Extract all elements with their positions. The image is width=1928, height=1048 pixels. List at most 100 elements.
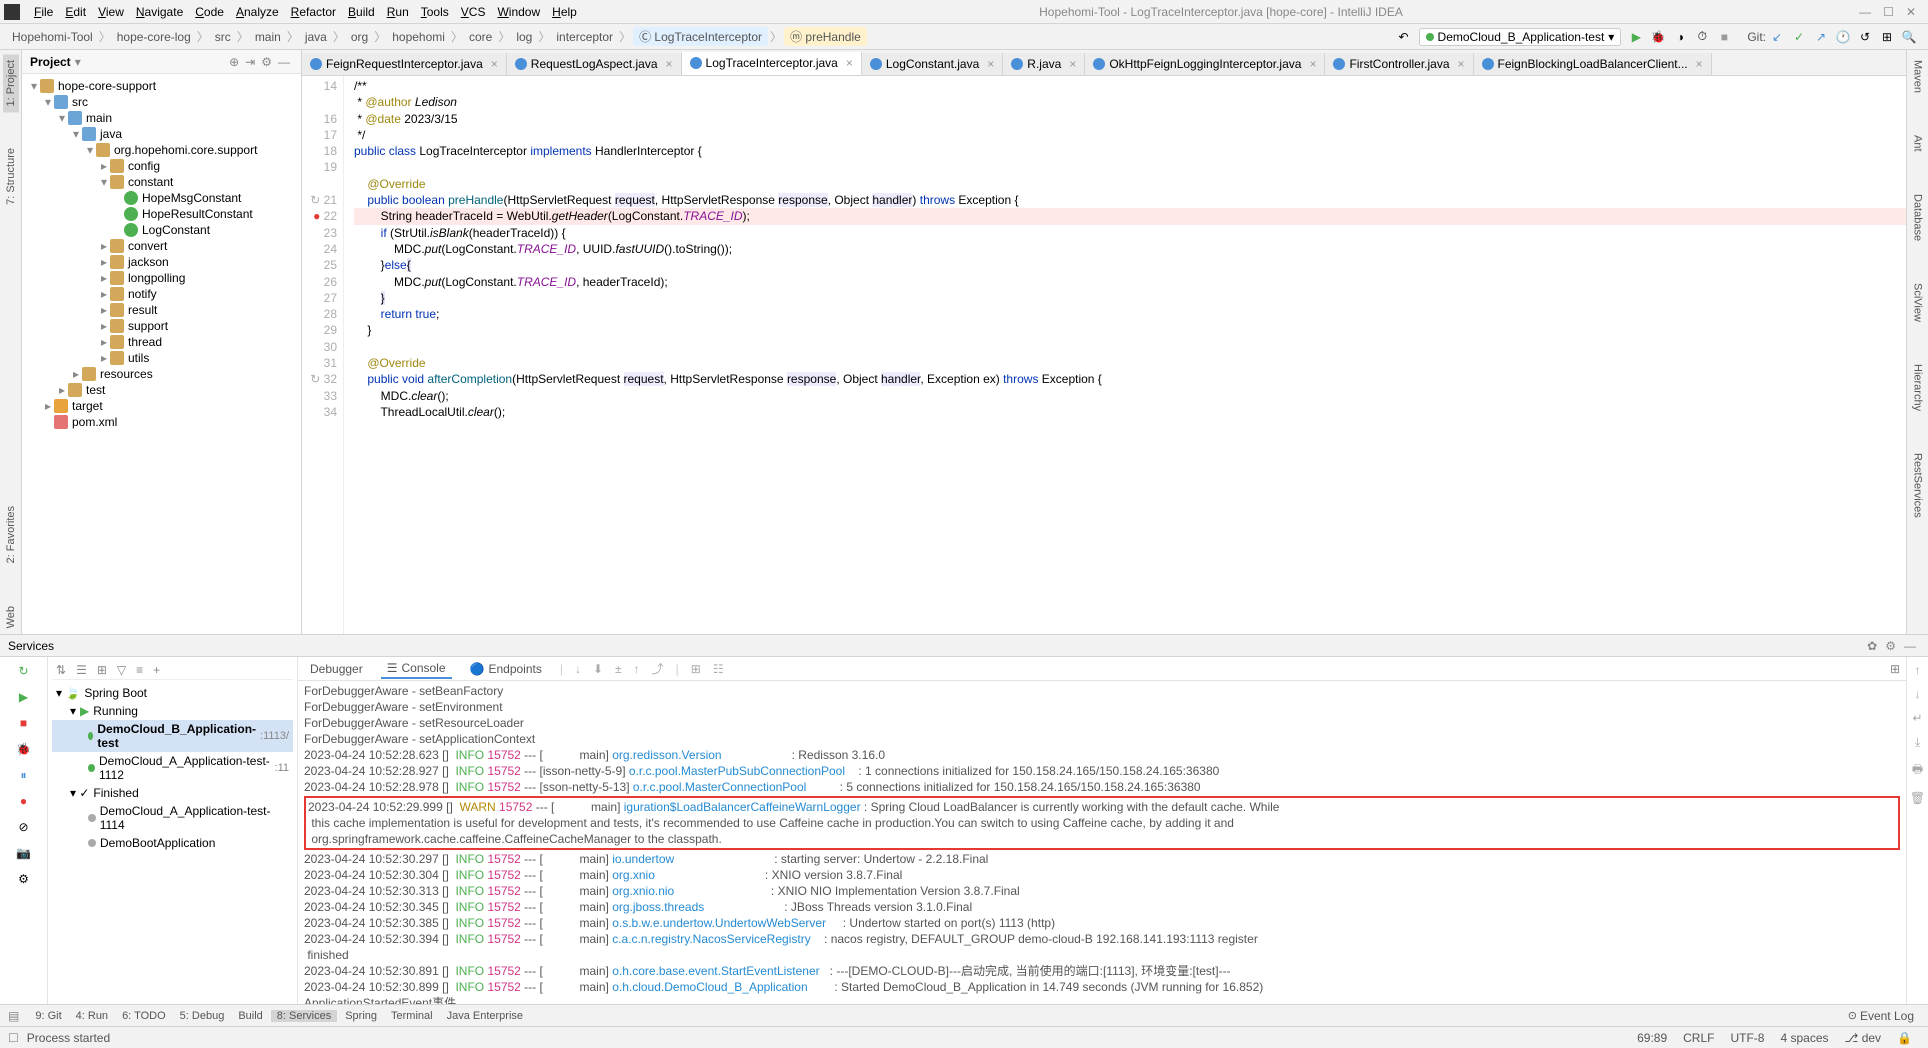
run-button[interactable]: ▶ [1627,28,1645,46]
stop-icon[interactable]: ■ [16,715,32,731]
bottom-tab[interactable]: 5: Debug [174,1010,231,1022]
tree-item[interactable]: ▾main [22,110,301,126]
tree-item[interactable]: ▸config [22,158,301,174]
menu-window[interactable]: Window [491,5,546,19]
endpoints-tab[interactable]: 🔵 Endpoints [464,660,548,678]
minimize-icon[interactable]: — [1859,5,1871,19]
editor-tab[interactable]: RequestLogAspect.java× [507,53,682,75]
file-encoding[interactable]: UTF-8 [1722,1031,1772,1045]
bottom-tab[interactable]: Terminal [385,1010,439,1022]
editor-tab[interactable]: FirstController.java× [1325,53,1473,75]
more-icon[interactable]: ⚙ [16,871,32,887]
editor-tab[interactable]: LogConstant.java× [862,53,1003,75]
git-branch[interactable]: ⎇ dev [1837,1031,1890,1045]
database-tab[interactable]: Database [1910,188,1926,247]
services-hide-icon[interactable]: — [1904,639,1916,653]
console-tool-icon[interactable]: ⬇ [593,662,603,676]
wrap-icon[interactable]: ↵ [1912,711,1922,725]
service-run-item[interactable]: DemoCloud_B_Application-test :1113/ [52,720,293,752]
close-icon[interactable]: ✕ [1906,5,1916,19]
editor-tab[interactable]: OkHttpFeignLoggingInterceptor.java× [1085,53,1325,75]
breadcrumb[interactable]: hope-core-log [113,30,195,44]
tree-item[interactable]: ▾java [22,126,301,142]
project-gear-icon[interactable]: ⚙ [261,55,272,69]
web-tab[interactable]: Web [3,600,19,634]
menu-code[interactable]: Code [189,5,230,19]
hierarchy-tab[interactable]: Hierarchy [1910,358,1926,417]
menu-file[interactable]: File [28,5,59,19]
tree-item[interactable]: ▾org.hopehomi.core.support [22,142,301,158]
favorites-tab[interactable]: 2: Favorites [3,500,19,569]
caret-position[interactable]: 69:89 [1629,1031,1675,1045]
breadcrumb[interactable]: interceptor [552,30,617,44]
clear-icon[interactable]: 🗑 [1910,791,1925,805]
project-collapse-icon[interactable]: ⇥ [245,55,255,69]
breadcrumb[interactable]: java [301,30,331,44]
git-commit-icon[interactable]: ✓ [1790,28,1808,46]
indent-info[interactable]: 4 spaces [1772,1031,1836,1045]
menu-run[interactable]: Run [381,5,415,19]
menu-view[interactable]: View [92,5,130,19]
sciview-tab[interactable]: SciView [1910,277,1926,328]
scroll-end-icon[interactable]: ⤓ [1915,735,1920,750]
camera-icon[interactable]: 📷 [16,845,32,861]
breadcrumb[interactable]: log [512,30,536,44]
console-layout-icon[interactable]: ⊞ [1890,662,1900,676]
profiler-button[interactable]: ⏱ [1693,28,1711,46]
git-rollback-icon[interactable]: ↺ [1856,28,1874,46]
console-tool-icon[interactable]: ⊞ [691,662,701,676]
services-spring-boot[interactable]: ▾ 🍃 Spring Boot [52,684,293,702]
scroll-down-icon[interactable]: ↓ [1915,687,1921,701]
console-tool-icon[interactable]: ± [615,662,622,676]
breadcrumb-method[interactable]: ⓜ preHandle [784,27,867,46]
breadcrumb[interactable]: hopehomi [388,30,449,44]
service-run-item[interactable]: DemoCloud_A_Application-test-1112 :11 [52,752,293,784]
tree-group-icon[interactable]: ⊞ [97,663,107,677]
project-tab[interactable]: 1: Project [3,54,19,112]
git-history-icon[interactable]: 🕐 [1834,28,1852,46]
maximize-icon[interactable]: ☐ [1883,5,1894,19]
tree-item[interactable]: ▸notify [22,286,301,302]
console-output[interactable]: ForDebuggerAware - setBeanFactoryForDebu… [298,681,1906,1004]
tree-list-icon[interactable]: ≡ [136,663,143,677]
breadcrumb[interactable]: core [465,30,496,44]
breakpoint-icon[interactable]: ● [16,793,32,809]
tree-item[interactable]: ▾constant [22,174,301,190]
rest-tab[interactable]: RestServices [1910,447,1926,524]
bottom-tab[interactable]: Build [232,1010,268,1022]
search-icon[interactable]: 🔍 [1900,28,1918,46]
bottom-tab[interactable]: 9: Git [29,1010,67,1022]
breadcrumb[interactable]: main [251,30,285,44]
debug-button[interactable]: 🐞 [1649,28,1667,46]
mute-icon[interactable]: ⊘ [16,819,32,835]
print-icon[interactable]: 🖶 [1912,760,1923,781]
console-tool-icon[interactable]: ⤴ [652,660,664,677]
tree-item[interactable]: ▸test [22,382,301,398]
console-tool-icon[interactable]: ↓ [575,662,581,676]
stop-button[interactable]: ■ [1715,28,1733,46]
services-settings-icon[interactable]: ⚙ [1885,639,1896,653]
breadcrumb[interactable]: org [347,30,372,44]
project-view-selector[interactable]: ▾ [75,55,81,69]
menu-edit[interactable]: Edit [59,5,92,19]
breadcrumb[interactable]: Hopehomi-Tool [8,30,97,44]
tree-item[interactable]: ▸longpolling [22,270,301,286]
close-tab-icon[interactable]: × [846,56,853,70]
debugger-tab[interactable]: Debugger [304,660,369,678]
menu-navigate[interactable]: Navigate [130,5,189,19]
run-icon[interactable]: ▶ [16,689,32,705]
editor-gutter[interactable]: 1416171819↻ 21● 22232425262728293031↻ 32… [302,76,344,634]
structure-tab[interactable]: 7: Structure [3,142,19,211]
console-tool-icon[interactable]: ☷ [713,662,724,676]
coverage-button[interactable]: ◑ [1671,28,1689,46]
lock-icon[interactable]: 🔒 [1889,1031,1920,1045]
tree-item[interactable]: LogConstant [22,222,301,238]
bottom-tab[interactable]: Spring [339,1010,383,1022]
tool-window-icon[interactable]: ☐ [8,1031,19,1045]
maven-tab[interactable]: Maven [1910,54,1926,99]
bottom-tab[interactable]: 4: Run [70,1010,114,1022]
close-tab-icon[interactable]: × [1069,57,1076,71]
editor-content[interactable]: /** * @author Ledison * @date 2023/3/15 … [344,76,1906,634]
tree-item[interactable]: ▸convert [22,238,301,254]
close-tab-icon[interactable]: × [491,57,498,71]
